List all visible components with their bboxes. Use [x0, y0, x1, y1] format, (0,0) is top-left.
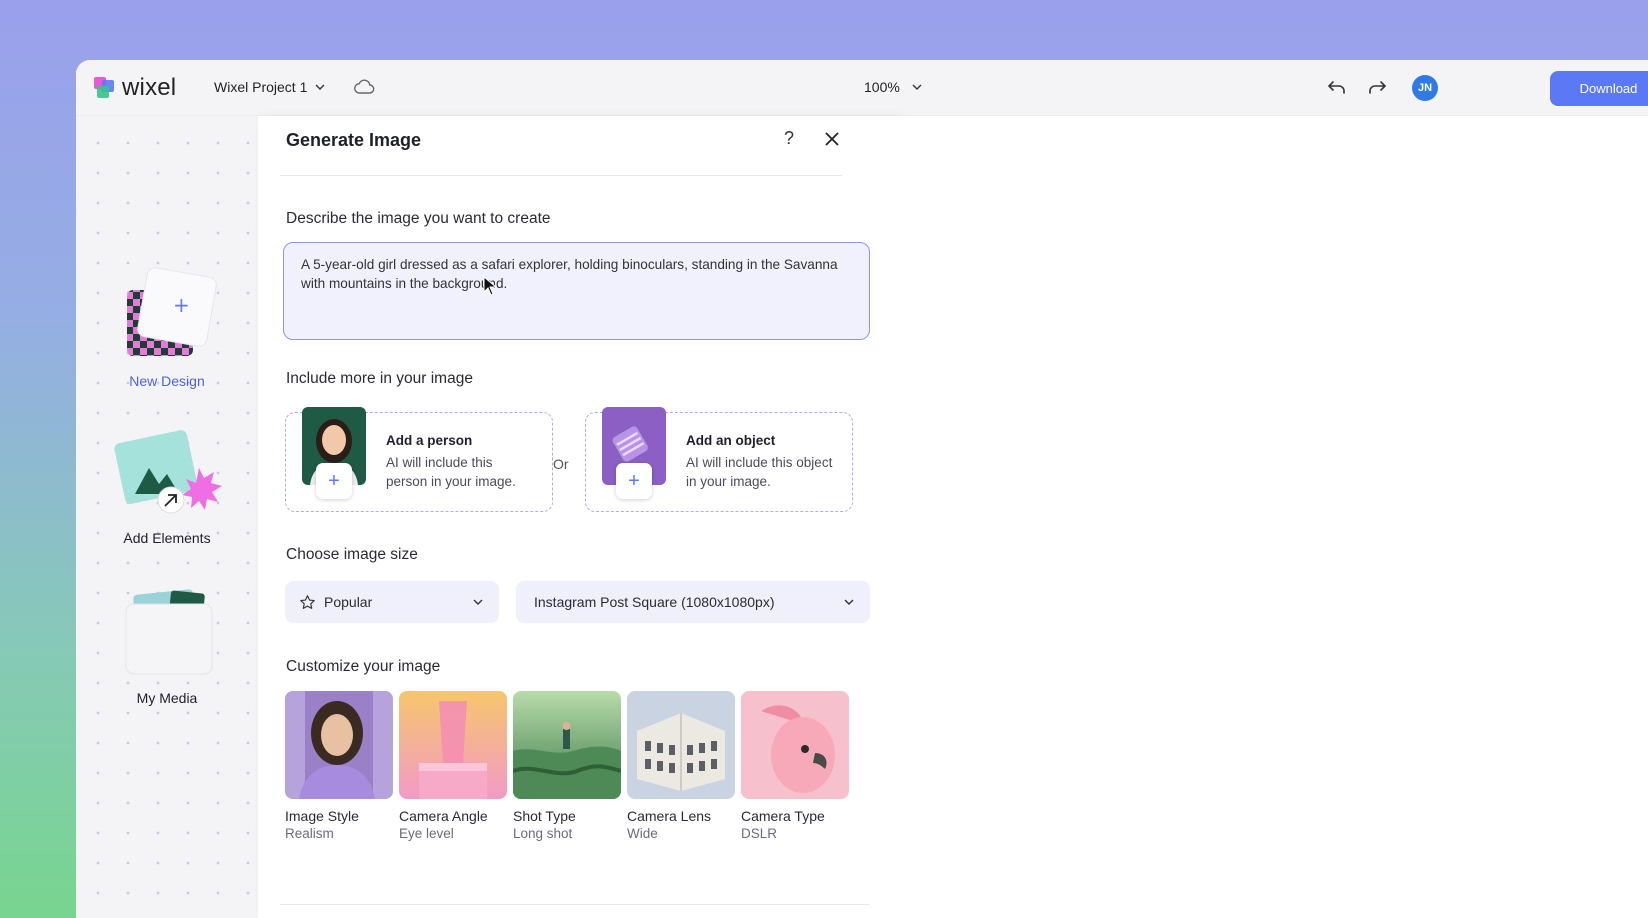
option-title: Camera Type — [741, 808, 825, 824]
close-icon[interactable] — [823, 130, 841, 148]
chevron-down-icon — [912, 84, 922, 90]
sidebar-item-my-media[interactable]: My Media — [76, 586, 258, 706]
app-window: wixel Wixel Project 1 100% JN Download +… — [76, 60, 1648, 918]
sidebar-item-new-design[interactable]: + New Design — [76, 264, 258, 389]
size-preset-value: Instagram Post Square (1080x1080px) — [534, 594, 775, 610]
option-title: Camera Lens — [627, 808, 712, 824]
add-person-card[interactable]: + Add a person AI will include this pers… — [285, 407, 553, 512]
chevron-down-icon — [315, 84, 325, 90]
camera-type-thumbnail — [741, 691, 849, 799]
option-value: Long shot — [513, 826, 573, 841]
left-sidebar: + New Design Add Elements My Media — [76, 116, 258, 918]
help-icon[interactable]: ? — [784, 128, 794, 149]
image-style-thumbnail — [285, 691, 393, 799]
app-logo[interactable]: wixel — [94, 74, 176, 102]
design-canvas[interactable] — [898, 116, 1648, 918]
sidebar-item-label: New Design — [129, 373, 205, 389]
size-preset-dropdown[interactable]: Instagram Post Square (1080x1080px) — [516, 581, 870, 623]
prompt-input[interactable]: A 5-year-old girl dressed as a safari ex… — [283, 242, 870, 340]
include-label: Include more in your image — [286, 370, 473, 387]
option-shot-type[interactable]: Shot Type Long shot — [513, 691, 623, 841]
option-value: DSLR — [741, 826, 778, 841]
size-category-dropdown[interactable]: Popular — [285, 581, 499, 623]
panel-title: Generate Image — [286, 130, 422, 150]
add-object-description: AI will include this object in your imag… — [686, 455, 833, 489]
option-title: Camera Angle — [399, 808, 488, 824]
add-person-description: AI will include this person in your imag… — [386, 455, 516, 489]
zoom-selector[interactable]: 100% — [864, 79, 922, 95]
camera-angle-thumbnail — [399, 691, 507, 799]
or-label: Or — [553, 456, 569, 472]
project-selector[interactable]: Wixel Project 1 — [214, 79, 325, 95]
user-avatar[interactable]: JN — [1412, 75, 1438, 101]
option-image-style[interactable]: Image Style Realism — [285, 691, 395, 841]
prompt-label: Describe the image you want to create — [286, 210, 551, 227]
add-object-card[interactable]: + Add an object AI will include this obj… — [585, 407, 853, 512]
sidebar-item-add-elements[interactable]: Add Elements — [76, 426, 258, 546]
add-elements-icon — [114, 430, 222, 514]
logo-icon — [94, 77, 116, 99]
option-camera-lens[interactable]: Camera Lens Wide — [627, 691, 737, 841]
option-value: Realism — [285, 826, 334, 841]
option-title: Image Style — [285, 808, 359, 824]
add-object-title: Add an object — [686, 433, 776, 448]
svg-text:+: + — [173, 293, 190, 317]
shot-type-thumbnail — [513, 691, 621, 799]
bottom-divider — [280, 904, 870, 905]
zoom-level: 100% — [864, 79, 900, 95]
redo-icon[interactable] — [1366, 76, 1388, 98]
my-media-icon — [125, 589, 213, 675]
option-camera-type[interactable]: Camera Type DSLR — [741, 691, 851, 841]
size-label: Choose image size — [286, 546, 418, 563]
top-bar: wixel Wixel Project 1 100% JN Download — [76, 60, 1648, 116]
logo-text: wixel — [122, 74, 177, 101]
header-divider — [280, 175, 842, 176]
add-person-plus-icon: + — [316, 463, 352, 499]
sidebar-item-label: Add Elements — [123, 530, 211, 546]
size-category-value: Popular — [324, 594, 373, 610]
download-button[interactable]: Download — [1550, 71, 1648, 106]
option-value: Eye level — [399, 826, 454, 841]
chevron-down-icon — [473, 599, 483, 605]
camera-lens-thumbnail — [627, 691, 735, 799]
new-design-icon: + — [127, 267, 217, 356]
project-name: Wixel Project 1 — [214, 79, 308, 95]
add-person-title: Add a person — [386, 433, 473, 448]
add-object-plus-icon: + — [616, 463, 652, 499]
chevron-down-icon — [844, 599, 854, 605]
option-camera-angle[interactable]: Camera Angle Eye level — [399, 691, 509, 841]
undo-icon[interactable] — [1326, 76, 1348, 98]
sidebar-item-label: My Media — [136, 690, 198, 706]
star-icon — [300, 594, 315, 609]
option-title: Shot Type — [513, 808, 576, 824]
customize-label: Customize your image — [286, 658, 441, 675]
cloud-save-icon[interactable] — [352, 77, 376, 97]
generate-image-panel: Generate Image ? Describe the image you … — [258, 116, 898, 918]
option-value: Wide — [627, 826, 658, 841]
